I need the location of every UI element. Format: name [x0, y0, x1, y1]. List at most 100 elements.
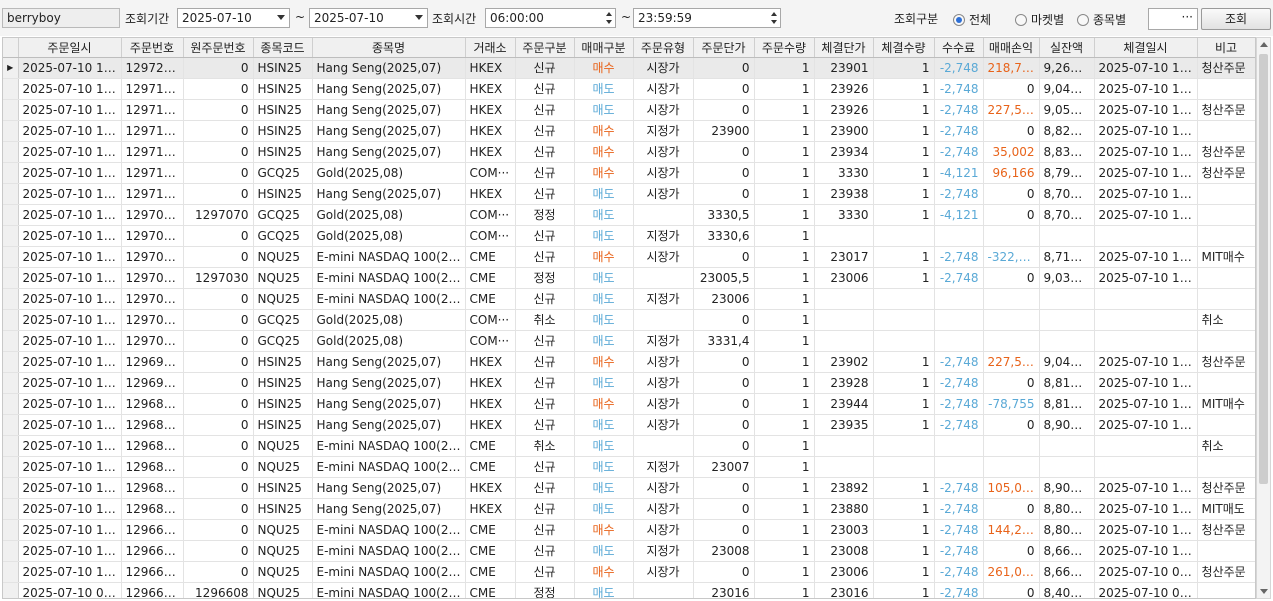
chevron-down-icon[interactable] [277, 15, 285, 20]
date-from-picker[interactable]: 2025-07-10 [177, 8, 290, 28]
radio-market[interactable]: 마켓별 [1015, 11, 1064, 28]
row-indicator[interactable] [3, 246, 19, 268]
cell-type [633, 435, 694, 457]
row-indicator[interactable] [3, 309, 19, 331]
spin-up-icon[interactable] [606, 12, 612, 16]
table-row[interactable]: 2025-07-10 11:··· 1297032 1297030 NQU25 E-mi… [3, 267, 1255, 289]
row-indicator[interactable] [3, 162, 19, 184]
row-indicator[interactable] [3, 351, 19, 373]
col-header[interactable]: 매매손익 [983, 38, 1040, 58]
cell-code: HSIN25 [253, 120, 313, 142]
table-row[interactable]: 2025-07-10 12:··· 1297177 0 HSIN25 Hang Seng… [3, 99, 1255, 121]
table-row[interactable]: 2025-07-10 10:··· 1296867 0 HSIN25 Hang Seng… [3, 393, 1255, 415]
date-to-picker[interactable]: 2025-07-10 [309, 8, 428, 28]
row-indicator[interactable] [3, 225, 19, 247]
table-row[interactable]: 2025-07-10 10:··· 1296847 0 HSIN25 Hang Seng… [3, 477, 1255, 499]
table-row[interactable]: 2025-07-10 11:··· 1297167 0 HSIN25 Hang Seng… [3, 120, 1255, 142]
radio-all[interactable]: 전체 [953, 11, 991, 28]
cell-type [633, 582, 694, 598]
row-indicator[interactable] [3, 288, 19, 310]
row-indicator[interactable] [3, 78, 19, 100]
col-header[interactable]: 거래소 [465, 38, 516, 58]
cell-side: 매도 [574, 435, 634, 457]
col-header[interactable]: 비고 [1197, 38, 1255, 58]
table-row[interactable]: 2025-07-10 11:··· 1297002 0 GCQ25 Gold(2025,… [3, 330, 1255, 352]
col-header[interactable]: 주문단가 [693, 38, 755, 58]
table-row[interactable]: 2025-07-10 10:··· 1296682 0 NQU25 E-mini NAS… [3, 561, 1255, 583]
col-header[interactable]: 주문유형 [633, 38, 694, 58]
radio-item[interactable]: 종목별 [1077, 11, 1126, 28]
row-indicator[interactable] [3, 414, 19, 436]
col-header[interactable]: 주문일시 [18, 38, 122, 58]
table-row[interactable]: 2025-07-10 09:··· 1296609 1296608 NQU25 E-mi… [3, 582, 1255, 598]
table-row[interactable]: 2025-07-10 10:··· 1296975 0 HSIN25 Hang Seng… [3, 372, 1255, 394]
col-header[interactable]: 수수료 [934, 38, 984, 58]
row-indicator[interactable] [3, 183, 19, 205]
query-button[interactable]: 조회 [1201, 8, 1271, 30]
table-row[interactable]: 2025-07-10 11:··· 1297030 0 NQU25 E-mini NAS… [3, 288, 1255, 310]
account-field[interactable]: berryboy [2, 8, 120, 28]
row-indicator[interactable] [3, 372, 19, 394]
table-row[interactable]: 2025-07-10 11:··· 1297144 0 HSIN25 Hang Seng… [3, 141, 1255, 163]
spin-down-icon[interactable] [771, 20, 777, 24]
row-indicator[interactable] [3, 393, 19, 415]
cell-fqty: 1 [873, 267, 935, 289]
col-header[interactable]: 실잔액 [1039, 38, 1095, 58]
row-indicator[interactable] [3, 561, 19, 583]
table-row[interactable]: ▶ 2025-07-10 12:··· 1297208 0 HSIN25 Hang Sen… [3, 57, 1255, 79]
chevron-down-icon[interactable] [415, 15, 423, 20]
table-row[interactable]: 2025-07-10 10:··· 1296683 0 NQU25 E-mini NAS… [3, 540, 1255, 562]
row-indicator[interactable] [3, 99, 19, 121]
spin-up-icon[interactable] [771, 12, 777, 16]
row-pointer-icon[interactable]: ▶ [3, 57, 19, 79]
row-indicator[interactable] [3, 120, 19, 142]
table-row[interactable]: 2025-07-10 10:··· 1296980 0 HSIN25 Hang Seng… [3, 351, 1255, 373]
time-from-spinner[interactable]: 06:00:00 [485, 8, 616, 28]
row-indicator[interactable] [3, 582, 19, 598]
col-header[interactable]: 주문구분 [515, 38, 575, 58]
spin-down-icon[interactable] [606, 20, 612, 24]
cell-no: 1296867 [121, 393, 184, 415]
table-row[interactable]: 2025-07-10 10:··· 1296854 0 NQU25 E-mini NAS… [3, 456, 1255, 478]
row-indicator[interactable] [3, 435, 19, 457]
table-row[interactable]: 2025-07-10 11:··· 1297132 0 HSIN25 Hang Seng… [3, 183, 1255, 205]
row-indicator[interactable] [3, 456, 19, 478]
col-header[interactable]: 원주문번호 [183, 38, 254, 58]
row-indicator[interactable] [3, 477, 19, 499]
cell-code: HSIN25 [253, 498, 313, 520]
row-indicator[interactable] [3, 204, 19, 226]
row-indicator[interactable] [3, 498, 19, 520]
row-indicator[interactable] [3, 540, 19, 562]
table-row[interactable]: 2025-07-10 11:··· 1297002 0 GCQ25 Gold(2025,… [3, 309, 1255, 331]
cell-fdt [1094, 309, 1198, 331]
table-row[interactable]: 2025-07-10 11:··· 1297140 0 GCQ25 Gold(2025,… [3, 162, 1255, 184]
col-header[interactable]: 주문번호 [121, 38, 184, 58]
col-header[interactable]: 체결일시 [1094, 38, 1198, 58]
item-search-field[interactable]: ··· [1148, 8, 1198, 30]
col-header[interactable]: 종목명 [312, 38, 466, 58]
col-header[interactable]: 종목코드 [253, 38, 313, 58]
row-indicator[interactable] [3, 141, 19, 163]
table-row[interactable]: 2025-07-10 10:··· 1296845 0 HSIN25 Hang Seng… [3, 498, 1255, 520]
time-to-spinner[interactable]: 23:59:59 [633, 8, 781, 28]
scroll-up-icon[interactable] [1260, 42, 1268, 47]
row-indicator[interactable] [3, 330, 19, 352]
col-header[interactable]: 체결단가 [814, 38, 874, 58]
vertical-scrollbar[interactable] [1256, 37, 1271, 599]
scroll-down-icon[interactable] [1260, 589, 1268, 594]
table-row[interactable]: 2025-07-10 10:··· 1296854 0 NQU25 E-mini NAS… [3, 435, 1255, 457]
row-indicator[interactable] [3, 267, 19, 289]
cell-ord: 신규 [515, 120, 575, 142]
col-header[interactable]: 매매구분 [574, 38, 634, 58]
table-row[interactable]: 2025-07-10 11:··· 1297070 0 GCQ25 Gold(2025,… [3, 225, 1255, 247]
col-header[interactable]: 체결수량 [873, 38, 935, 58]
col-header[interactable]: 주문수량 [754, 38, 815, 58]
row-indicator[interactable] [3, 519, 19, 541]
scroll-thumb[interactable] [1259, 54, 1268, 484]
cell-bal [1039, 330, 1095, 352]
table-row[interactable]: 2025-07-10 11:··· 1297071 1297070 GCQ25 Gold… [3, 204, 1255, 226]
table-row[interactable]: 2025-07-10 10:··· 1296692 0 NQU25 E-mini NAS… [3, 519, 1255, 541]
table-row[interactable]: 2025-07-10 10:··· 1296861 0 HSIN25 Hang Seng… [3, 414, 1255, 436]
table-row[interactable]: 2025-07-10 11:··· 1297062 0 NQU25 E-mini NAS… [3, 246, 1255, 268]
table-row[interactable]: 2025-07-10 12:··· 1297196 0 HSIN25 Hang Seng… [3, 78, 1255, 100]
